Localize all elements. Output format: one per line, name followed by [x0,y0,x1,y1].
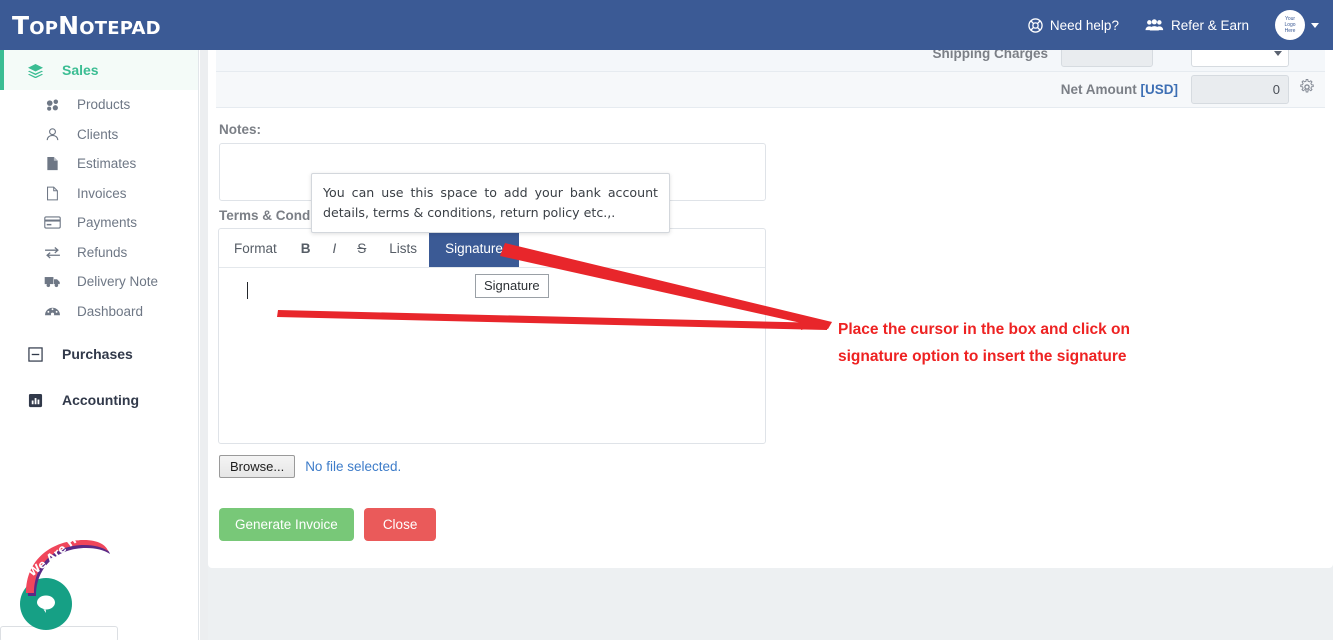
sidebar-item-label-delivery-note: Delivery Note [77,274,159,290]
sidebar-item-label-invoices: Invoices [77,185,127,201]
brand-logo[interactable]: TopNotepad [0,11,161,40]
signature-tooltip: Signature [475,274,549,298]
sidebar-item-estimates[interactable]: Estimates [0,149,198,179]
file-filled-icon [44,156,61,171]
net-amount-label: Net Amount [USD] [1060,82,1179,97]
sidebar-item-dashboard[interactable]: Dashboard [0,297,198,327]
account-menu[interactable]: Your Logo Here [1275,10,1319,40]
shipping-charges-toggle[interactable] [1061,50,1153,67]
truck-icon [44,275,61,288]
annotation-line-1: Place the cursor in the box and click on [838,321,1130,338]
notes-label: Notes: [219,122,262,137]
sidebar-group-label-purchases: Purchases [62,346,133,362]
minus-square-icon [26,346,44,362]
file-upload-row: Browse... No file selected. [219,455,401,478]
annotation-text: Place the cursor in the box and click on… [838,317,1198,370]
bar-chart-icon [26,393,44,408]
lifebuoy-icon [1028,17,1043,33]
generate-invoice-button[interactable]: Generate Invoice [219,508,354,541]
sidebar-item-label-dashboard: Dashboard [77,303,144,319]
shipping-charges-row: Shipping Charges [216,50,1325,72]
sidebar-group-purchases[interactable]: Purchases [0,334,198,374]
sidebar-group-sales[interactable]: Sales [0,50,198,90]
sidebar-item-label-clients: Clients [77,126,119,142]
net-amount-value: 0 [1191,75,1289,104]
header-right-actions: Need help? Refer & Earn Your Logo Here [1028,10,1333,40]
form-actions: Generate Invoice Close [219,508,437,541]
refer-earn-label: Refer & Earn [1170,17,1249,33]
need-help-link[interactable]: Need help? [1028,18,1119,33]
editor-toolbar: Format B I S Lists Signature [219,229,765,268]
credit-card-icon [44,216,61,229]
cubes-icon [44,98,61,112]
gear-icon[interactable] [1299,79,1315,100]
chevron-down-icon [1311,22,1319,28]
chevron-down-icon [1274,51,1282,56]
group-people-icon [1145,18,1164,32]
annotation-line-2: signature option to insert the signature [838,347,1127,365]
sidebar-item-payments[interactable]: Payments [0,208,198,238]
user-icon [44,127,61,142]
net-amount-currency: [USD] [1140,82,1179,97]
exchange-icon [44,246,61,259]
editor-signature-button[interactable]: Signature [429,229,519,267]
invoice-form-card: Shipping Charges Net Amount [USD] 0 Note… [208,50,1333,568]
editor-italic-button[interactable]: I [323,229,347,267]
net-amount-row: Net Amount [USD] 0 [216,72,1325,108]
sidebar-item-label-refunds: Refunds [77,244,128,260]
shipping-charges-select[interactable] [1191,50,1289,67]
chat-banner: We Are Here! [18,518,110,604]
editor-lists-button[interactable]: Lists [377,229,429,267]
totals-section: Shipping Charges Net Amount [USD] 0 [216,50,1325,108]
sidebar-item-label-products: Products [77,97,131,113]
avatar: Your Logo Here [1275,10,1305,40]
file-outline-icon [44,186,61,201]
sidebar-item-label-payments: Payments [77,215,138,231]
refer-earn-link[interactable]: Refer & Earn [1145,18,1249,33]
sidebar-group-label-sales: Sales [62,62,99,78]
sidebar-item-label-estimates: Estimates [77,156,137,172]
sidebar-group-label-accounting: Accounting [62,392,139,408]
browse-button[interactable]: Browse... [219,455,296,478]
top-header-bar: TopNotepad Need help? Refer & Earn Your … [0,0,1333,50]
sidebar-item-delivery-note[interactable]: Delivery Note [0,267,198,297]
sidebar-item-products[interactable]: Products [0,90,198,120]
sidebar-item-invoices[interactable]: Invoices [0,179,198,209]
notes-help-tooltip: You can use this space to add your bank … [311,173,670,234]
sidebar-gutter [200,50,208,640]
sidebar-group-accounting[interactable]: Accounting [0,380,198,420]
terms-editor: Format B I S Lists Signature [218,228,766,444]
sidebar-item-refunds[interactable]: Refunds [0,238,198,268]
layers-icon [26,63,44,78]
shipping-charges-label: Shipping Charges [932,50,1048,61]
close-button[interactable]: Close [363,508,437,541]
avatar-line-3: Here [1284,28,1296,34]
app-root: TopNotepad Need help? Refer & Earn Your … [0,0,1333,640]
file-status-text: No file selected. [305,459,402,474]
editor-bold-button[interactable]: B [289,229,323,267]
sidebar-item-clients[interactable]: Clients [0,120,198,150]
need-help-label: Need help? [1049,17,1119,33]
dashboard-icon [44,304,61,318]
editor-strikethrough-button[interactable]: S [346,229,377,267]
text-cursor [247,282,248,299]
editor-format-button[interactable]: Format [219,229,289,267]
